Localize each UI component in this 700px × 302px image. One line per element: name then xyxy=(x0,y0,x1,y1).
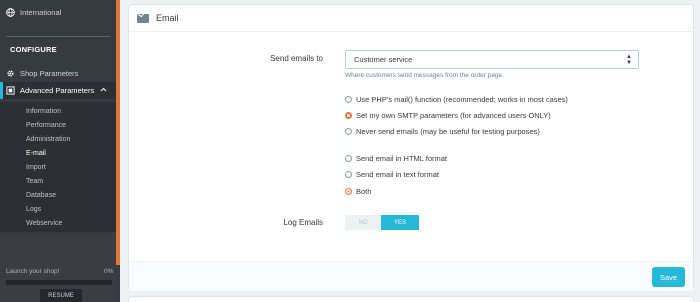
panel-title: Email xyxy=(156,13,179,23)
sidebar-item-label: International xyxy=(20,7,62,17)
radio-circle xyxy=(345,128,352,135)
radio-label: Use PHP's mail() function (recommended; … xyxy=(356,95,568,104)
select-value: Customer service xyxy=(354,55,413,64)
sidebar-subitem-information[interactable]: Information xyxy=(26,108,61,115)
advanced-parameters-icon xyxy=(0,86,20,95)
radio-circle-checked xyxy=(345,112,352,119)
envelope-icon xyxy=(137,13,149,23)
sidebar-submenu: Information Performance Administration E… xyxy=(0,102,116,232)
sidebar-subitem-performance[interactable]: Performance xyxy=(26,122,66,129)
sidebar-subitem-logs[interactable]: Logs xyxy=(26,206,41,213)
sidebar-divider xyxy=(6,36,110,37)
radio-never-send[interactable]: Never send emails (may be useful for tes… xyxy=(345,127,540,136)
log-emails-switch[interactable]: NO YES xyxy=(345,215,419,230)
sidebar-subitem-import[interactable]: Import xyxy=(26,164,46,171)
sidebar-accent-bar xyxy=(116,0,120,265)
launch-progress-percent: 0% xyxy=(104,268,114,275)
send-emails-to-help: Where customers send messages from the o… xyxy=(345,72,504,79)
sidebar-subitem-administration[interactable]: Administration xyxy=(26,136,70,143)
launch-text: Launch your shop! xyxy=(6,268,60,275)
send-emails-to-label: Send emails to xyxy=(270,54,323,63)
sidebar-subitem-email[interactable]: E-mail xyxy=(26,150,46,157)
panel-header: Email xyxy=(129,5,693,32)
email-panel: Email Send emails to Customer service ▲ ▼… xyxy=(128,4,694,291)
sidebar-subitem-webservice[interactable]: Webservice xyxy=(26,220,62,227)
chevron-up-icon xyxy=(100,87,107,94)
radio-circle xyxy=(345,155,352,162)
radio-circle xyxy=(345,96,352,103)
radio-label: Never send emails (may be useful for tes… xyxy=(356,127,540,136)
sidebar: International CONFIGURE Shop Parameters … xyxy=(0,0,120,302)
radio-label: Send email in text format xyxy=(356,170,439,179)
select-caret-icon: ▲ ▼ xyxy=(626,54,632,66)
sidebar-item-label: Advanced Parameters xyxy=(20,86,95,95)
panel-footer: Save xyxy=(129,261,693,291)
sidebar-item-advanced-parameters[interactable]: Advanced Parameters xyxy=(0,82,116,99)
log-emails-label: Log Emails xyxy=(283,218,323,227)
radio-php-mail[interactable]: Use PHP's mail() function (recommended; … xyxy=(345,95,568,104)
next-panel xyxy=(128,296,694,302)
sidebar-item-shop-parameters[interactable]: Shop Parameters xyxy=(0,65,116,81)
sidebar-section-heading: CONFIGURE xyxy=(10,45,57,54)
switch-no-option[interactable]: NO xyxy=(345,215,381,230)
radio-label: Both xyxy=(356,187,372,196)
radio-text-format[interactable]: Send email in text format xyxy=(345,170,439,179)
onboarding-panel: Launch your shop! 0% RESUME xyxy=(0,236,116,302)
radio-smtp[interactable]: Set my own SMTP parameters (for advanced… xyxy=(345,111,551,120)
sidebar-subitem-database[interactable]: Database xyxy=(26,192,56,199)
resume-button[interactable]: RESUME xyxy=(40,289,82,302)
sidebar-item-international[interactable]: International xyxy=(0,4,116,20)
sidebar-subitem-team[interactable]: Team xyxy=(26,178,43,185)
sidebar-item-label: Shop Parameters xyxy=(20,68,79,78)
save-button[interactable]: Save xyxy=(652,267,685,287)
switch-yes-option[interactable]: YES xyxy=(381,215,419,230)
radio-both-format[interactable]: Both xyxy=(345,187,371,196)
launch-progress-bar xyxy=(6,280,112,285)
gear-icon xyxy=(0,69,20,78)
send-emails-to-select[interactable]: Customer service ▲ ▼ xyxy=(345,50,639,69)
radio-label: Send email in HTML format xyxy=(356,154,448,163)
radio-circle-checked xyxy=(345,188,352,195)
radio-circle xyxy=(345,171,352,178)
globe-icon xyxy=(0,7,20,17)
radio-html-format[interactable]: Send email in HTML format xyxy=(345,154,447,163)
radio-label: Set my own SMTP parameters (for advanced… xyxy=(356,111,551,120)
